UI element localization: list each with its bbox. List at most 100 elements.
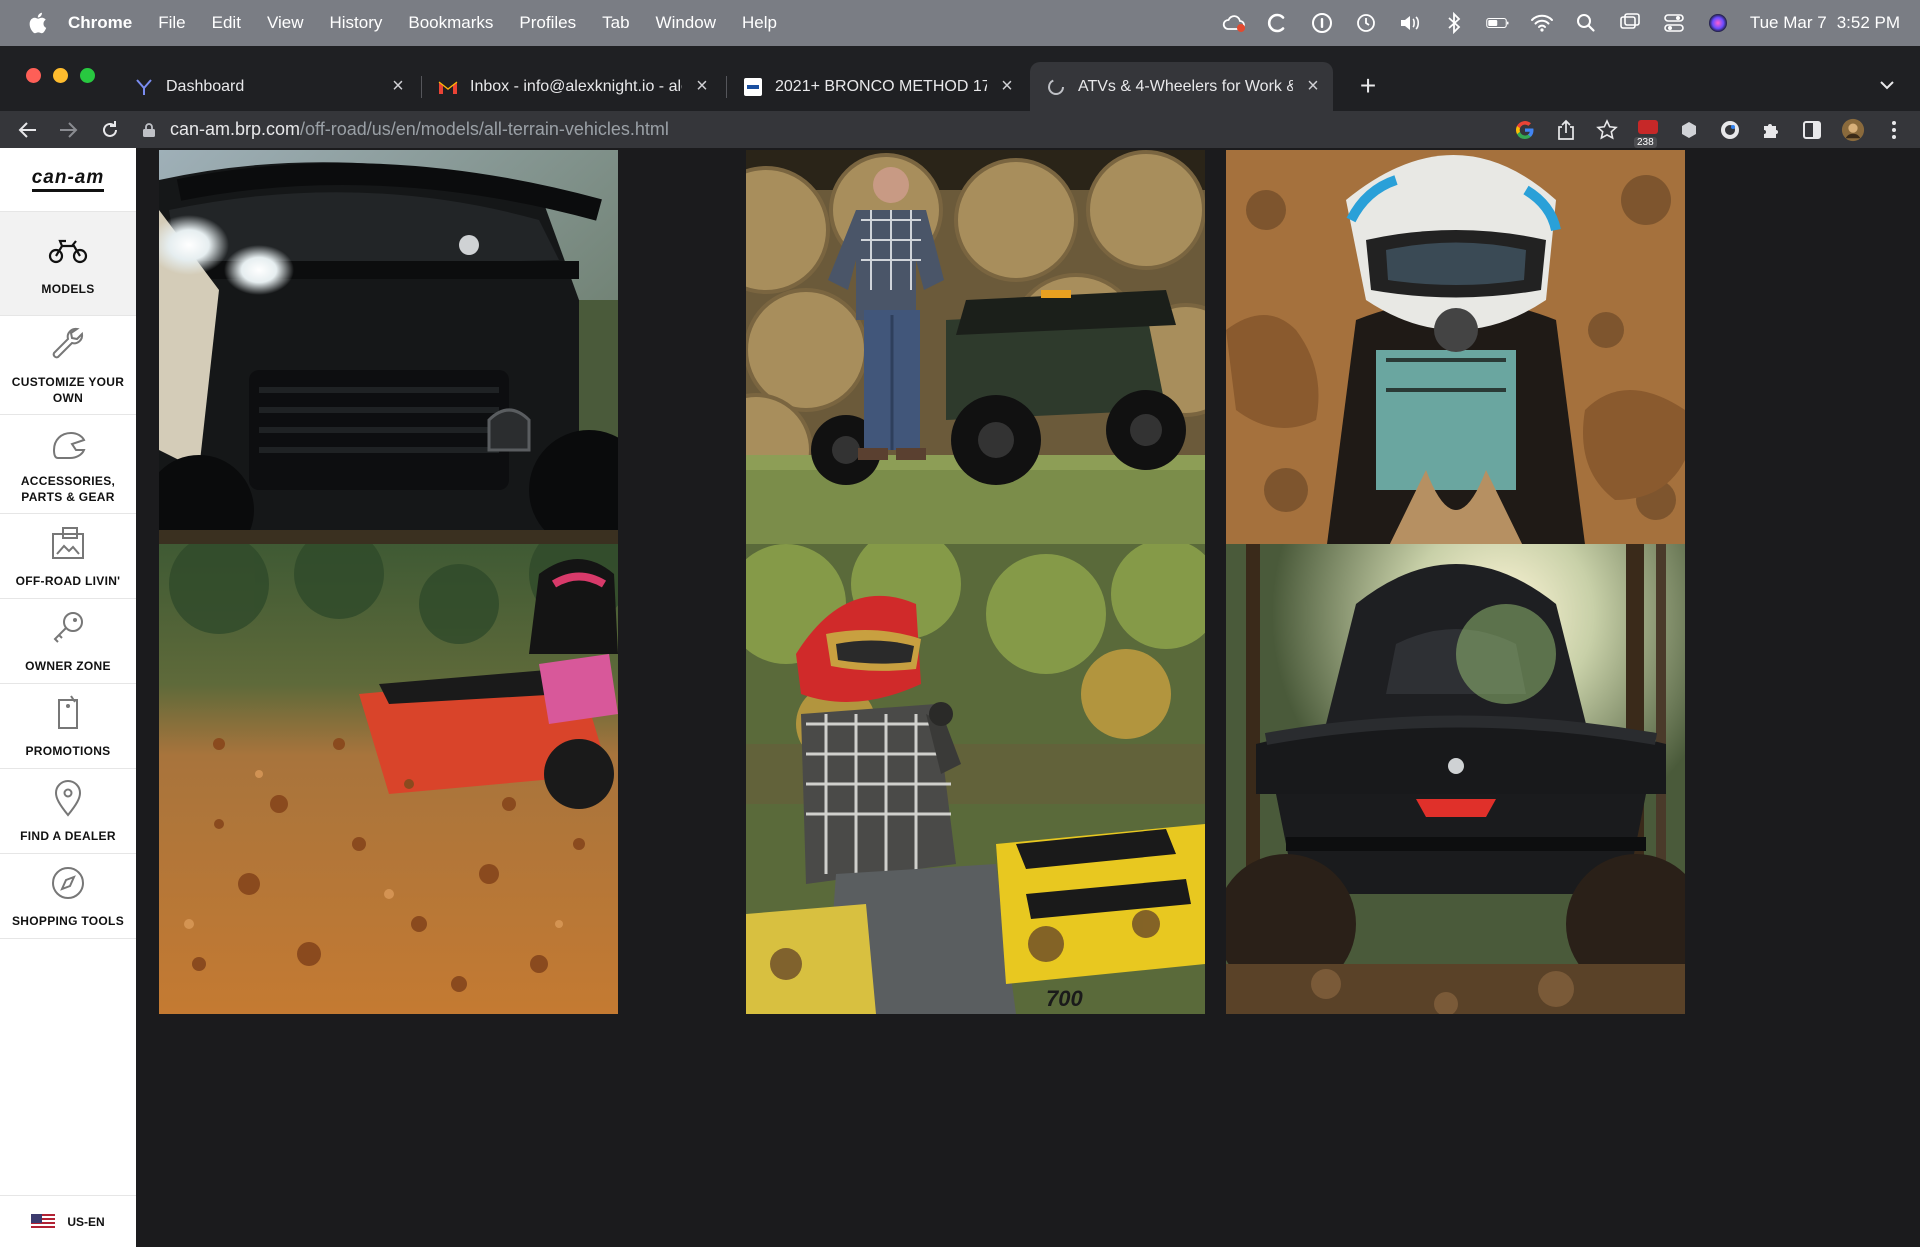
us-flag-icon bbox=[31, 1213, 56, 1230]
sidebar-item-label: ACCESSORIES, PARTS & GEAR bbox=[20, 474, 116, 504]
wifi-icon[interactable] bbox=[1530, 11, 1554, 35]
menubar-date[interactable]: Tue Mar 7 bbox=[1750, 13, 1827, 33]
wrench-icon bbox=[48, 324, 88, 364]
locale-label: US-EN bbox=[67, 1214, 105, 1229]
dashboard-y-icon bbox=[134, 77, 154, 97]
locale-selector[interactable]: US-EN bbox=[0, 1195, 136, 1247]
close-tab-icon[interactable]: × bbox=[388, 75, 408, 97]
compass-icon bbox=[48, 863, 88, 903]
media-icon bbox=[48, 523, 88, 563]
menu-file[interactable]: File bbox=[158, 13, 185, 33]
gmail-icon bbox=[438, 77, 458, 97]
close-tab-icon[interactable]: × bbox=[1303, 75, 1323, 97]
location-pin-icon bbox=[48, 778, 88, 818]
tab-title: ATVs & 4-Wheelers for Work & bbox=[1078, 77, 1293, 95]
control-center-icon[interactable] bbox=[1662, 11, 1686, 35]
sidebar-item-label: OFF-ROAD LIVIN' bbox=[15, 574, 121, 588]
menu-edit[interactable]: Edit bbox=[212, 13, 241, 33]
forward-arrow-icon[interactable] bbox=[54, 116, 82, 144]
menu-profiles[interactable]: Profiles bbox=[519, 13, 576, 33]
apple-logo-icon[interactable] bbox=[24, 10, 50, 36]
site-sidebar: can-am MODELS CUSTOMIZE YOUR OWN ACCESSO… bbox=[0, 148, 136, 1247]
close-tab-icon[interactable]: × bbox=[692, 75, 712, 97]
main-content: 700 bbox=[136, 148, 1920, 1247]
sidebar-item-promotions[interactable]: PROMOTIONS bbox=[0, 684, 136, 769]
sidebar-item-accessories[interactable]: ACCESSORIES, PARTS & GEAR bbox=[0, 415, 136, 514]
c-app-icon[interactable] bbox=[1266, 11, 1290, 35]
profile-avatar[interactable] bbox=[1841, 118, 1865, 142]
photo-mud-splash-rider[interactable] bbox=[159, 544, 618, 1014]
menu-tab[interactable]: Tab bbox=[602, 13, 629, 33]
tab-gmail-inbox[interactable]: Inbox - info@alexknight.io - ale × bbox=[422, 62, 722, 111]
app-menu-chrome[interactable]: Chrome bbox=[68, 13, 132, 33]
tab-bronco-method[interactable]: 2021+ BRONCO METHOD 17"X × bbox=[727, 62, 1027, 111]
extension-badge: 238 bbox=[1634, 137, 1657, 148]
zoom-window-button[interactable] bbox=[80, 68, 95, 83]
menu-view[interactable]: View bbox=[267, 13, 304, 33]
siri-icon[interactable] bbox=[1706, 11, 1730, 35]
volume-icon[interactable] bbox=[1398, 11, 1422, 35]
photo-farmer-with-atv[interactable] bbox=[746, 150, 1205, 552]
tab-title: Inbox - info@alexknight.io - ale bbox=[470, 77, 682, 95]
photo-atv-front-grille[interactable] bbox=[159, 150, 618, 552]
sidebar-item-label: CUSTOMIZE YOUR OWN bbox=[11, 375, 125, 405]
side-panel-icon[interactable] bbox=[1800, 118, 1824, 142]
tab-title: Dashboard bbox=[166, 77, 245, 95]
browser-tab-strip: Dashboard × Inbox - info@alexknight.io -… bbox=[0, 46, 1920, 111]
sidebar-item-label: SHOPPING TOOLS bbox=[12, 914, 124, 928]
os-menu-bar: Chrome File Edit View History Bookmarks … bbox=[0, 0, 1920, 46]
browser-toolbar: can-am.brp.com /off-road/us/en/models/al… bbox=[0, 111, 1920, 148]
sidebar-item-models[interactable]: MODELS bbox=[0, 212, 136, 316]
time-machine-icon[interactable] bbox=[1354, 11, 1378, 35]
sidebar-item-customize[interactable]: CUSTOMIZE YOUR OWN bbox=[0, 316, 136, 415]
google-icon[interactable] bbox=[1513, 118, 1537, 142]
menu-window[interactable]: Window bbox=[656, 13, 716, 33]
sidebar-item-label: OWNER ZONE bbox=[25, 659, 111, 673]
sidebar-item-owner-zone[interactable]: OWNER ZONE bbox=[0, 599, 136, 684]
menubar-time[interactable]: 3:52 PM bbox=[1837, 13, 1900, 33]
sidebar-item-off-road-livin[interactable]: OFF-ROAD LIVIN' bbox=[0, 514, 136, 599]
photo-rider-thumbs-up-yellow-atv[interactable]: 700 bbox=[746, 544, 1205, 1014]
can-am-loading-icon bbox=[1046, 77, 1066, 97]
reload-icon[interactable] bbox=[96, 116, 124, 144]
share-icon[interactable] bbox=[1554, 118, 1578, 142]
tab-search-chevron-icon[interactable] bbox=[1872, 70, 1902, 100]
extension-rss-icon[interactable]: 238 bbox=[1634, 118, 1660, 148]
minimize-window-button[interactable] bbox=[53, 68, 68, 83]
helmet-icon bbox=[48, 423, 88, 463]
tab-dashboard[interactable]: Dashboard × bbox=[118, 62, 418, 111]
bluetooth-icon[interactable] bbox=[1442, 11, 1466, 35]
tab-can-am-atvs[interactable]: ATVs & 4-Wheelers for Work & × bbox=[1030, 62, 1333, 111]
address-bar[interactable]: can-am.brp.com /off-road/us/en/models/al… bbox=[140, 113, 1630, 146]
extension-c-icon[interactable] bbox=[1718, 118, 1742, 142]
menu-help[interactable]: Help bbox=[742, 13, 777, 33]
screen-mirroring-icon[interactable] bbox=[1618, 11, 1642, 35]
extensions-puzzle-icon[interactable] bbox=[1759, 118, 1783, 142]
cloud-sync-icon[interactable] bbox=[1222, 11, 1246, 35]
close-window-button[interactable] bbox=[26, 68, 41, 83]
menu-history[interactable]: History bbox=[329, 13, 382, 33]
photo-atv-rear-taillight[interactable] bbox=[1226, 544, 1685, 1014]
url-path: /off-road/us/en/models/all-terrain-vehic… bbox=[300, 119, 669, 139]
bookmark-star-icon[interactable] bbox=[1595, 118, 1619, 142]
battery-icon[interactable] bbox=[1486, 11, 1510, 35]
window-controls bbox=[26, 68, 95, 83]
close-tab-icon[interactable]: × bbox=[997, 75, 1017, 97]
sidebar-item-label: MODELS bbox=[41, 281, 95, 296]
menu-bookmarks[interactable]: Bookmarks bbox=[408, 13, 493, 33]
chrome-menu-icon[interactable] bbox=[1882, 118, 1906, 142]
extension-hex-icon[interactable] bbox=[1677, 118, 1701, 142]
key-icon bbox=[48, 608, 88, 648]
can-am-logo[interactable]: can-am bbox=[0, 148, 136, 212]
back-arrow-icon[interactable] bbox=[14, 116, 42, 144]
spotlight-search-icon[interactable] bbox=[1574, 11, 1598, 35]
photo-muddy-rider-helmet[interactable] bbox=[1226, 150, 1685, 552]
sidebar-item-shopping-tools[interactable]: SHOPPING TOOLS bbox=[0, 854, 136, 939]
onepassword-icon[interactable] bbox=[1310, 11, 1334, 35]
tab-title: 2021+ BRONCO METHOD 17"X bbox=[775, 77, 987, 95]
sidebar-item-find-a-dealer[interactable]: FIND A DEALER bbox=[0, 769, 136, 854]
lock-icon[interactable] bbox=[140, 121, 158, 139]
svg-text:700: 700 bbox=[1046, 986, 1083, 1011]
atv-icon bbox=[48, 231, 88, 271]
new-tab-button[interactable]: + bbox=[1348, 66, 1388, 106]
